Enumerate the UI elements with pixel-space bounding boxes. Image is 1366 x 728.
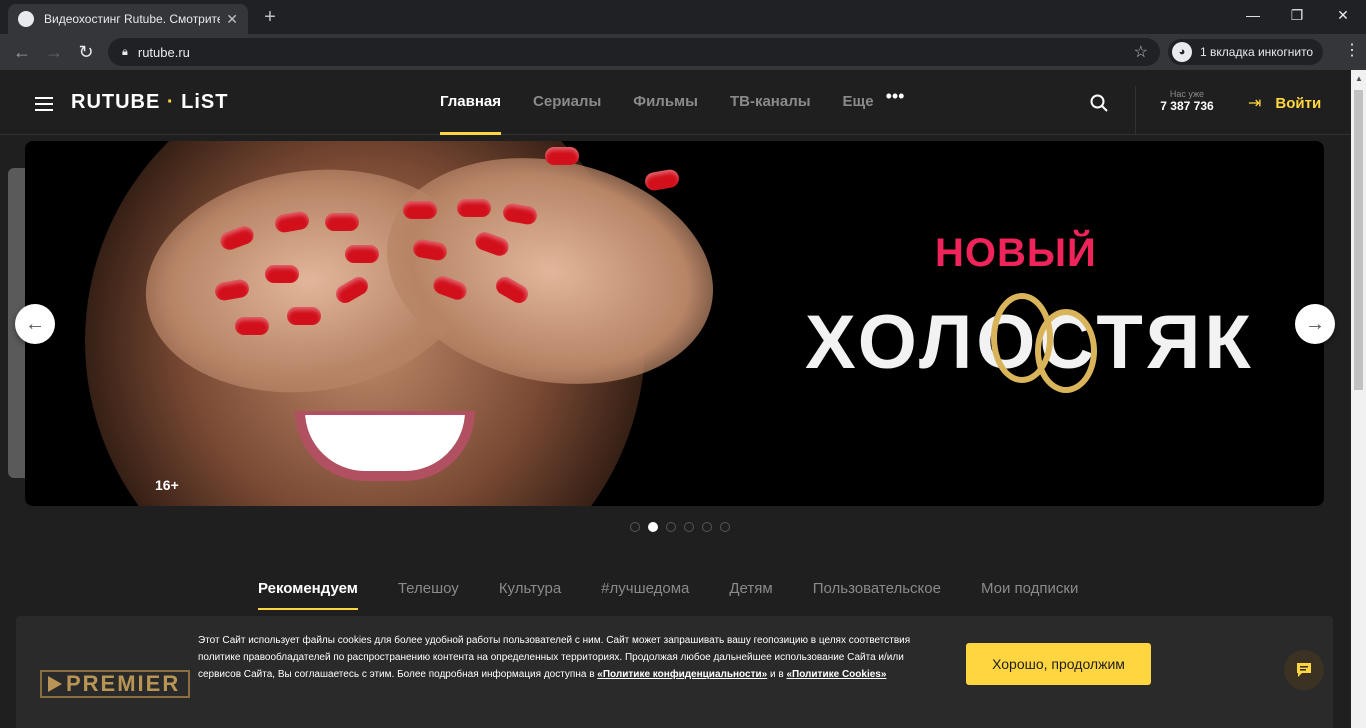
cookie-text: Этот Сайт использует файлы cookies для б… (198, 632, 940, 683)
page: RUTUBE · LiST Главная Сериалы Фильмы ТВ-… (0, 70, 1351, 728)
bookmark-star-icon[interactable]: ☆ (1134, 42, 1148, 62)
url-text: rutube.ru (137, 44, 190, 60)
nail (545, 147, 579, 165)
browser-toolbar: ← → ↻ 🔒︎ rutube.ru ☆ ◕ 1 вкладка инкогни… (0, 34, 1366, 70)
cookie-policy-link[interactable]: «Политике Cookies» (786, 669, 886, 680)
browser-menu-icon[interactable]: ⋮ (1344, 40, 1360, 60)
close-tab-icon[interactable]: ✕ (226, 11, 238, 28)
slide-dot[interactable] (720, 522, 730, 532)
menu-icon[interactable] (35, 97, 53, 111)
tab-tv-shows[interactable]: Телешоу (398, 564, 459, 610)
nav-tv-channels[interactable]: ТВ-каналы (730, 70, 811, 135)
lock-icon: 🔒︎ (122, 45, 128, 58)
nail (325, 213, 359, 231)
nail (235, 317, 269, 335)
tab-best-at-home[interactable]: #лучшедома (601, 564, 689, 610)
incognito-icon: ◕ (1172, 42, 1192, 62)
slide-dot[interactable] (630, 522, 640, 532)
tab-kids[interactable]: Детям (729, 564, 772, 610)
login-icon: ⇥ (1248, 95, 1262, 112)
new-tab-button[interactable]: + (258, 6, 282, 30)
reload-icon[interactable]: ↻ (74, 40, 98, 64)
counter-value: 7 387 736 (1160, 99, 1214, 113)
tab-recommended[interactable]: Рекомендуем (258, 564, 358, 610)
show-title-top: НОВЫЙ (935, 231, 1097, 275)
logo-right: LiST (181, 91, 229, 113)
cookie-banner: PREMIER Этот Сайт использует файлы cooki… (16, 616, 1333, 728)
slide-dot-active[interactable] (648, 522, 658, 532)
site-logo[interactable]: RUTUBE · LiST (71, 91, 228, 114)
age-rating: 16+ (155, 477, 179, 493)
chat-icon (1297, 663, 1311, 677)
incognito-label: 1 вкладка инкогнито (1200, 45, 1314, 59)
nail (287, 307, 321, 325)
logo-dot: · (166, 91, 175, 113)
nav-series[interactable]: Сериалы (533, 70, 601, 135)
slide-dot[interactable] (666, 522, 676, 532)
tab-user-content[interactable]: Пользовательское (813, 564, 941, 610)
header-divider (1135, 86, 1136, 134)
scroll-up-icon[interactable]: ▲ (1355, 74, 1363, 83)
prev-slide-arrow-icon[interactable]: ← (15, 304, 55, 344)
slide-dot[interactable] (702, 522, 712, 532)
gold-ring-icon (1035, 309, 1097, 393)
browser-tab[interactable]: Видеохостинг Rutube. Смотрите ✕ (8, 4, 248, 34)
tab-title: Видеохостинг Rutube. Смотрите (44, 12, 221, 26)
slider-pagination (630, 522, 738, 532)
nail (457, 199, 491, 217)
nav-movies[interactable]: Фильмы (633, 70, 698, 135)
nail (265, 265, 299, 283)
chat-button[interactable] (1284, 650, 1324, 690)
logo-left: RUTUBE (71, 91, 161, 113)
privacy-policy-link[interactable]: «Политике конфиденциальности» (597, 669, 767, 680)
scrollbar-thumb[interactable] (1354, 90, 1363, 390)
incognito-indicator[interactable]: ◕ 1 вкладка инкогнито (1168, 39, 1324, 65)
search-icon[interactable] (1090, 94, 1108, 112)
nail (643, 168, 681, 192)
login-button[interactable]: ⇥ Войти (1248, 93, 1321, 113)
restore-button[interactable]: ❐ (1282, 4, 1312, 26)
more-dots-icon[interactable]: ••• (886, 70, 905, 135)
slide-dot[interactable] (684, 522, 694, 532)
page-scrollbar[interactable]: ▲ (1351, 70, 1366, 728)
counter-label: Нас уже (1169, 89, 1205, 99)
tab-subscriptions[interactable]: Мои подписки (981, 564, 1078, 610)
premier-logo: PREMIER (40, 670, 190, 698)
cookie-text-and: и в (767, 669, 787, 680)
browser-tab-strip: Видеохостинг Rutube. Смотрите ✕ + — ❐ ✕ (0, 0, 1366, 34)
nail (403, 201, 437, 219)
nail (345, 245, 379, 263)
globe-icon (18, 11, 34, 27)
nav-home[interactable]: Главная (440, 70, 502, 135)
address-bar[interactable]: 🔒︎ rutube.ru ☆ (108, 38, 1160, 66)
user-counter: Нас уже 7 387 736 (1150, 89, 1224, 113)
close-window-button[interactable]: ✕ (1328, 4, 1358, 26)
back-arrow-icon[interactable]: ← (10, 40, 34, 64)
main-nav: Главная Сериалы Фильмы ТВ-каналы Еще ••• (440, 70, 904, 135)
accept-cookies-button[interactable]: Хорошо, продолжим (966, 643, 1151, 685)
next-slide-arrow-icon[interactable]: → (1295, 304, 1335, 344)
forward-arrow-icon[interactable]: → (42, 40, 66, 64)
tab-culture[interactable]: Культура (499, 564, 561, 610)
nav-more[interactable]: Еще (843, 70, 874, 135)
category-tabs: Рекомендуем Телешоу Культура #лучшедома … (258, 564, 1118, 610)
minimize-button[interactable]: — (1238, 4, 1268, 26)
login-label: Войти (1275, 94, 1322, 112)
show-title: НОВЫЙ ХОЛОСТЯК (805, 231, 1251, 411)
hero-banner[interactable]: НОВЫЙ ХОЛОСТЯК 16+ (25, 141, 1324, 506)
site-header: RUTUBE · LiST Главная Сериалы Фильмы ТВ-… (0, 70, 1351, 135)
